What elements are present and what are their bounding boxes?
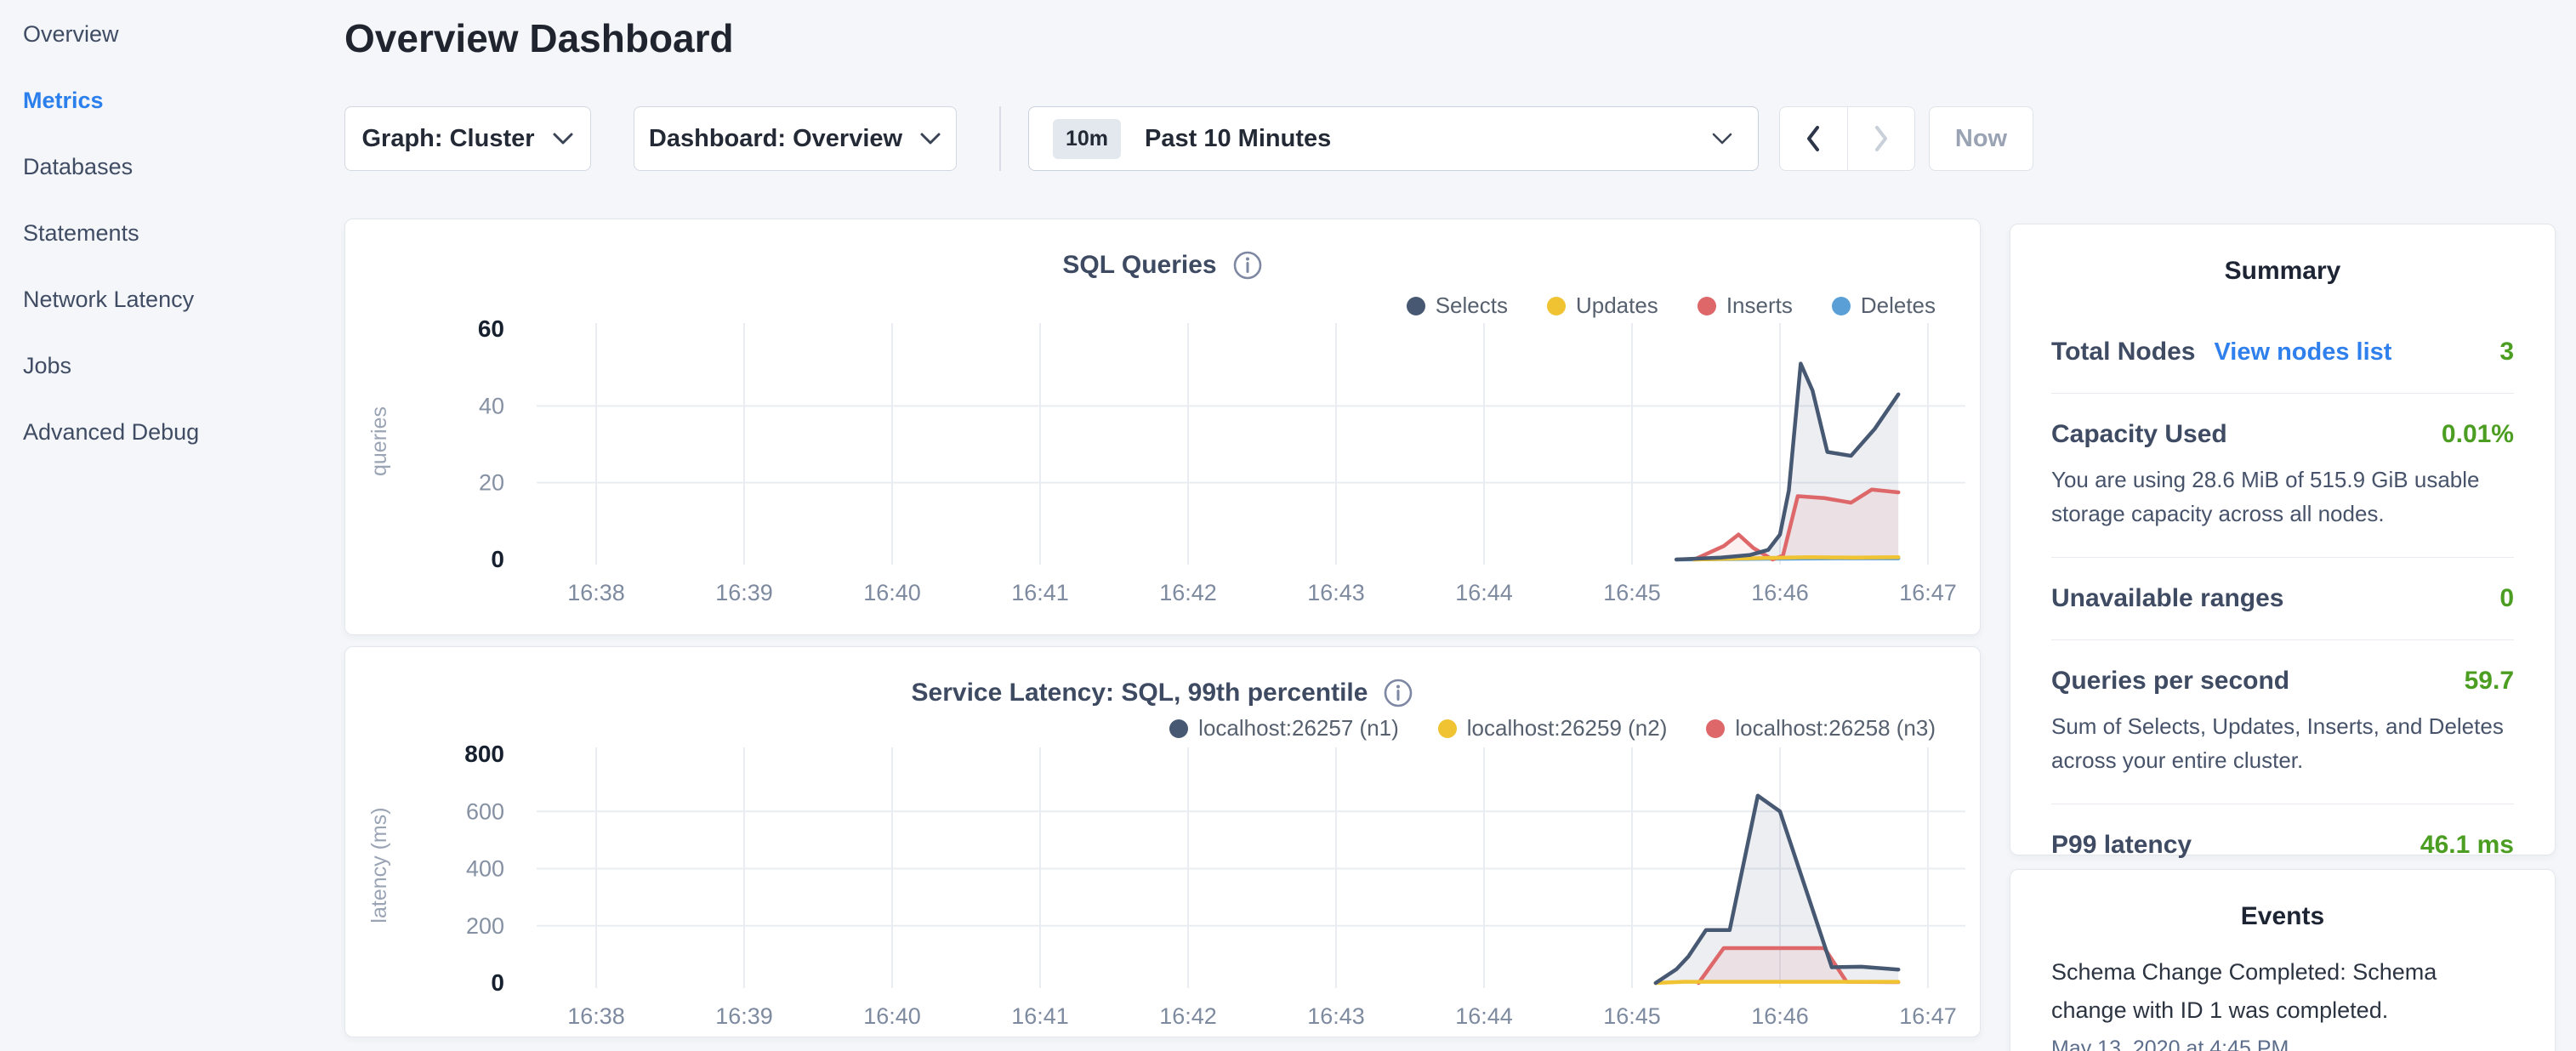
sidebar-item-overview[interactable]: Overview [23, 20, 312, 48]
chevron-down-icon [1710, 131, 1734, 146]
svg-text:16:38: 16:38 [567, 580, 625, 605]
svg-text:16:42: 16:42 [1159, 580, 1217, 605]
svg-text:16:43: 16:43 [1307, 580, 1365, 605]
time-range-badge: 10m [1053, 119, 1121, 159]
prev-range-button[interactable] [1780, 107, 1847, 170]
svg-text:queries: queries [367, 406, 391, 476]
svg-text:16:40: 16:40 [863, 1003, 921, 1029]
sidebar-item-databases[interactable]: Databases [23, 153, 312, 180]
svg-text:16:45: 16:45 [1603, 580, 1661, 605]
total-nodes-value: 3 [2499, 338, 2514, 366]
svg-text:16:42: 16:42 [1159, 1003, 1217, 1029]
chevron-right-icon [1874, 125, 1889, 152]
summary-row-unavailable-ranges: Unavailable ranges 0 [2051, 558, 2514, 640]
svg-text:0: 0 [491, 969, 504, 996]
svg-text:16:46: 16:46 [1751, 1003, 1809, 1029]
chart-card-sql-queries: SQL Queries Selects Updates Inserts Dele… [344, 219, 1981, 635]
event-timestamp: May 13, 2020 at 4:45 PM [2051, 1037, 2514, 1051]
events-title: Events [2010, 870, 2555, 931]
sidebar-item-advanced-debug[interactable]: Advanced Debug [23, 418, 312, 446]
toolbar-divider [999, 106, 1001, 171]
svg-text:16:40: 16:40 [863, 580, 921, 605]
svg-text:16:39: 16:39 [715, 580, 773, 605]
unavailable-ranges-label: Unavailable ranges [2051, 584, 2283, 613]
svg-text:16:41: 16:41 [1011, 580, 1069, 605]
time-range-selector[interactable]: 10m Past 10 Minutes [1028, 106, 1759, 171]
summary-row-queries-per-second: Queries per second 59.7 Sum of Selects, … [2051, 640, 2514, 804]
chevron-down-icon [552, 132, 574, 145]
sidebar-item-statements[interactable]: Statements [23, 219, 312, 247]
svg-text:16:47: 16:47 [1899, 580, 1957, 605]
svg-text:latency (ms): latency (ms) [367, 807, 391, 923]
summary-row-capacity-used: Capacity Used 0.01% You are using 28.6 M… [2051, 394, 2514, 558]
svg-text:40: 40 [479, 393, 504, 418]
service-latency-chart[interactable]: 16:38 16:39 16:40 16:41 16:42 16:43 16:44 16:45… [345, 647, 1980, 1037]
queries-per-second-value: 59.7 [2465, 667, 2514, 696]
event-text: Schema Change Completed: Schema change w… [2051, 953, 2514, 1030]
total-nodes-label: Total Nodes [2051, 338, 2195, 366]
summary-row-total-nodes: Total Nodes View nodes list 3 [2051, 311, 2514, 394]
svg-text:60: 60 [478, 315, 504, 342]
chart-card-service-latency: Service Latency: SQL, 99th percentile lo… [344, 646, 1981, 1037]
p99-latency-label: P99 latency [2051, 831, 2192, 860]
queries-per-second-description: Sum of Selects, Updates, Inserts, and De… [2051, 709, 2514, 777]
svg-text:0: 0 [491, 546, 504, 572]
capacity-used-value: 0.01% [2442, 420, 2514, 449]
event-item[interactable]: Schema Change Completed: Schema change w… [2010, 931, 2555, 1051]
time-range-label: Past 10 Minutes [1145, 125, 1331, 153]
metrics-page: Overview Metrics Databases Statements Ne… [0, 0, 2576, 1051]
events-panel: Events Schema Change Completed: Schema c… [2010, 869, 2556, 1051]
svg-text:16:39: 16:39 [715, 1003, 773, 1029]
dashboard-dropdown-label: Dashboard: Overview [649, 125, 902, 153]
capacity-used-label: Capacity Used [2051, 420, 2227, 449]
svg-text:16:38: 16:38 [567, 1003, 625, 1029]
svg-text:16:45: 16:45 [1603, 1003, 1661, 1029]
sidebar-item-metrics[interactable]: Metrics [23, 87, 312, 114]
svg-text:16:41: 16:41 [1011, 1003, 1069, 1029]
summary-panel: Summary Total Nodes View nodes list 3 Ca… [2010, 224, 2556, 855]
chevron-left-icon [1805, 125, 1821, 152]
queries-per-second-label: Queries per second [2051, 667, 2289, 696]
graph-dropdown-label: Graph: Cluster [361, 125, 534, 153]
capacity-used-description: You are using 28.6 MiB of 515.9 GiB usab… [2051, 463, 2514, 531]
svg-text:16:44: 16:44 [1455, 1003, 1513, 1029]
sql-queries-chart[interactable]: 16:38 16:39 16:40 16:41 16:42 16:43 16:44 16:45… [345, 219, 1980, 634]
next-range-button[interactable] [1847, 107, 1915, 170]
svg-text:20: 20 [479, 470, 504, 496]
graph-dropdown[interactable]: Graph: Cluster [344, 106, 591, 171]
time-range-pager [1779, 106, 1915, 171]
svg-text:16:46: 16:46 [1751, 580, 1809, 605]
svg-text:200: 200 [466, 913, 504, 939]
svg-text:800: 800 [464, 741, 504, 767]
sidebar-item-network-latency[interactable]: Network Latency [23, 286, 312, 313]
now-button[interactable]: Now [1929, 106, 2033, 171]
summary-title: Summary [2010, 224, 2555, 286]
sidebar: Overview Metrics Databases Statements Ne… [23, 20, 312, 446]
sidebar-item-jobs[interactable]: Jobs [23, 352, 312, 379]
page-title: Overview Dashboard [344, 15, 734, 61]
chevron-down-icon [919, 132, 941, 145]
view-nodes-link[interactable]: View nodes list [2214, 338, 2391, 366]
unavailable-ranges-value: 0 [2499, 584, 2514, 613]
svg-text:16:43: 16:43 [1307, 1003, 1365, 1029]
p99-latency-value: 46.1 ms [2420, 831, 2514, 860]
svg-text:16:44: 16:44 [1455, 580, 1513, 605]
dashboard-dropdown[interactable]: Dashboard: Overview [634, 106, 957, 171]
svg-text:400: 400 [466, 856, 504, 882]
svg-text:16:47: 16:47 [1899, 1003, 1957, 1029]
svg-text:600: 600 [466, 798, 504, 824]
